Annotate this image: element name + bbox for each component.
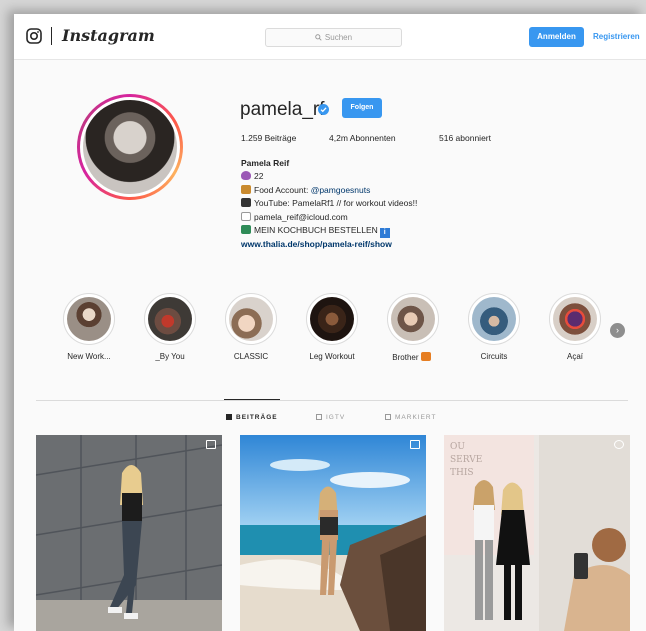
gym-photo-icon [310, 297, 354, 341]
post-tile[interactable] [36, 435, 222, 631]
post-photo [36, 435, 222, 631]
following-count[interactable]: 516 abonniert [439, 133, 491, 143]
multi-photo-icon [206, 440, 216, 449]
bio-line-3: YouTube: PamelaRf1 // for workout videos… [241, 197, 541, 210]
search-icon [315, 34, 322, 42]
post-tile[interactable]: OU SERVE THIS [444, 435, 630, 631]
svg-text:THIS: THIS [450, 468, 474, 478]
browser-window: Instagram Suchen Anmelden Registrieren p… [14, 14, 646, 631]
clapper-board-icon [241, 198, 251, 208]
highlight-acai[interactable]: Açaí [545, 293, 605, 361]
svg-text:OU: OU [450, 442, 465, 452]
highlight-leg-workout[interactable]: Leg Workout [302, 293, 362, 361]
highlight-by-you[interactable]: _By You [140, 293, 200, 361]
register-link[interactable]: Registrieren [593, 32, 640, 41]
multi-photo-icon [410, 440, 420, 449]
full-name: Pamela Reif [241, 158, 290, 168]
workout-photo-icon [67, 297, 111, 341]
envelope-icon [241, 211, 251, 221]
posts-count: 1.259 Beiträge [241, 133, 297, 143]
food-account-link[interactable]: @pamgoesnuts [311, 185, 371, 195]
post-photo: OU SERVE THIS [444, 435, 630, 631]
video-icon [614, 440, 624, 449]
portrait-photo-icon [229, 297, 273, 341]
food-photo-icon [148, 297, 192, 341]
svg-text:SERVE: SERVE [450, 455, 482, 465]
post-photo [240, 435, 426, 631]
search-input[interactable]: Suchen [265, 28, 402, 47]
website-link[interactable]: www.thalia.de/shop/pamela-reif/show [241, 238, 541, 251]
bowl-photo-icon [553, 297, 597, 341]
tab-markiert[interactable]: MARKIERT [385, 414, 436, 421]
camera-icon[interactable] [26, 28, 42, 44]
grid-icon [226, 414, 232, 420]
highlight-circuits[interactable]: Circuits [464, 293, 524, 361]
exercise-photo-icon [472, 297, 516, 341]
bio-line-1: 22 [241, 170, 541, 183]
avatar-photo [83, 100, 177, 194]
highlight-new-workout[interactable]: New Work... [59, 293, 119, 361]
emoji-icon [420, 352, 431, 361]
verified-badge-icon [318, 104, 329, 115]
followers-count[interactable]: 4,2m Abonnenten [329, 133, 439, 143]
logo-divider [51, 27, 52, 45]
instagram-logo[interactable]: Instagram [62, 26, 155, 45]
profile-username: pamela_rf [240, 99, 325, 120]
tab-igtv[interactable]: IGTV [316, 414, 345, 421]
follow-button[interactable]: Folgen [342, 98, 382, 118]
food-emoji-icon [241, 184, 251, 194]
post-tile[interactable] [240, 435, 426, 631]
tabs-divider [36, 400, 628, 401]
bio-line-5: MEIN KOCHBUCH BESTELLEN i [241, 224, 541, 239]
highlight-brother[interactable]: Brother [383, 293, 443, 362]
bio-line-2: Food Account: @pamgoesnuts [241, 184, 541, 197]
purple-heart-icon [241, 171, 251, 181]
profile-avatar[interactable] [77, 94, 183, 200]
highlight-classic[interactable]: CLASSIC [221, 293, 281, 361]
book-icon [241, 225, 251, 235]
tab-beitraege[interactable]: BEITRÄGE [226, 414, 278, 421]
chevron-right-icon[interactable]: › [610, 323, 625, 338]
active-tab-indicator [224, 399, 280, 400]
login-button[interactable]: Anmelden [529, 27, 584, 47]
bio-line-4: pamela_reif@icloud.com [241, 211, 541, 224]
profile-bio: Pamela Reif 22 Food Account: @pamgoesnut… [241, 157, 541, 251]
top-navigation-bar: Instagram Suchen Anmelden Registrieren [14, 14, 646, 60]
tagged-icon [385, 414, 391, 420]
search-placeholder: Suchen [324, 33, 353, 42]
igtv-icon [316, 414, 322, 420]
people-photo-icon [391, 297, 435, 341]
profile-stats: 1.259 Beiträge 4,2m Abonnenten 516 abonnie… [241, 133, 491, 143]
information-icon: i [379, 228, 390, 239]
highlight-brother-label: Brother [383, 352, 443, 362]
